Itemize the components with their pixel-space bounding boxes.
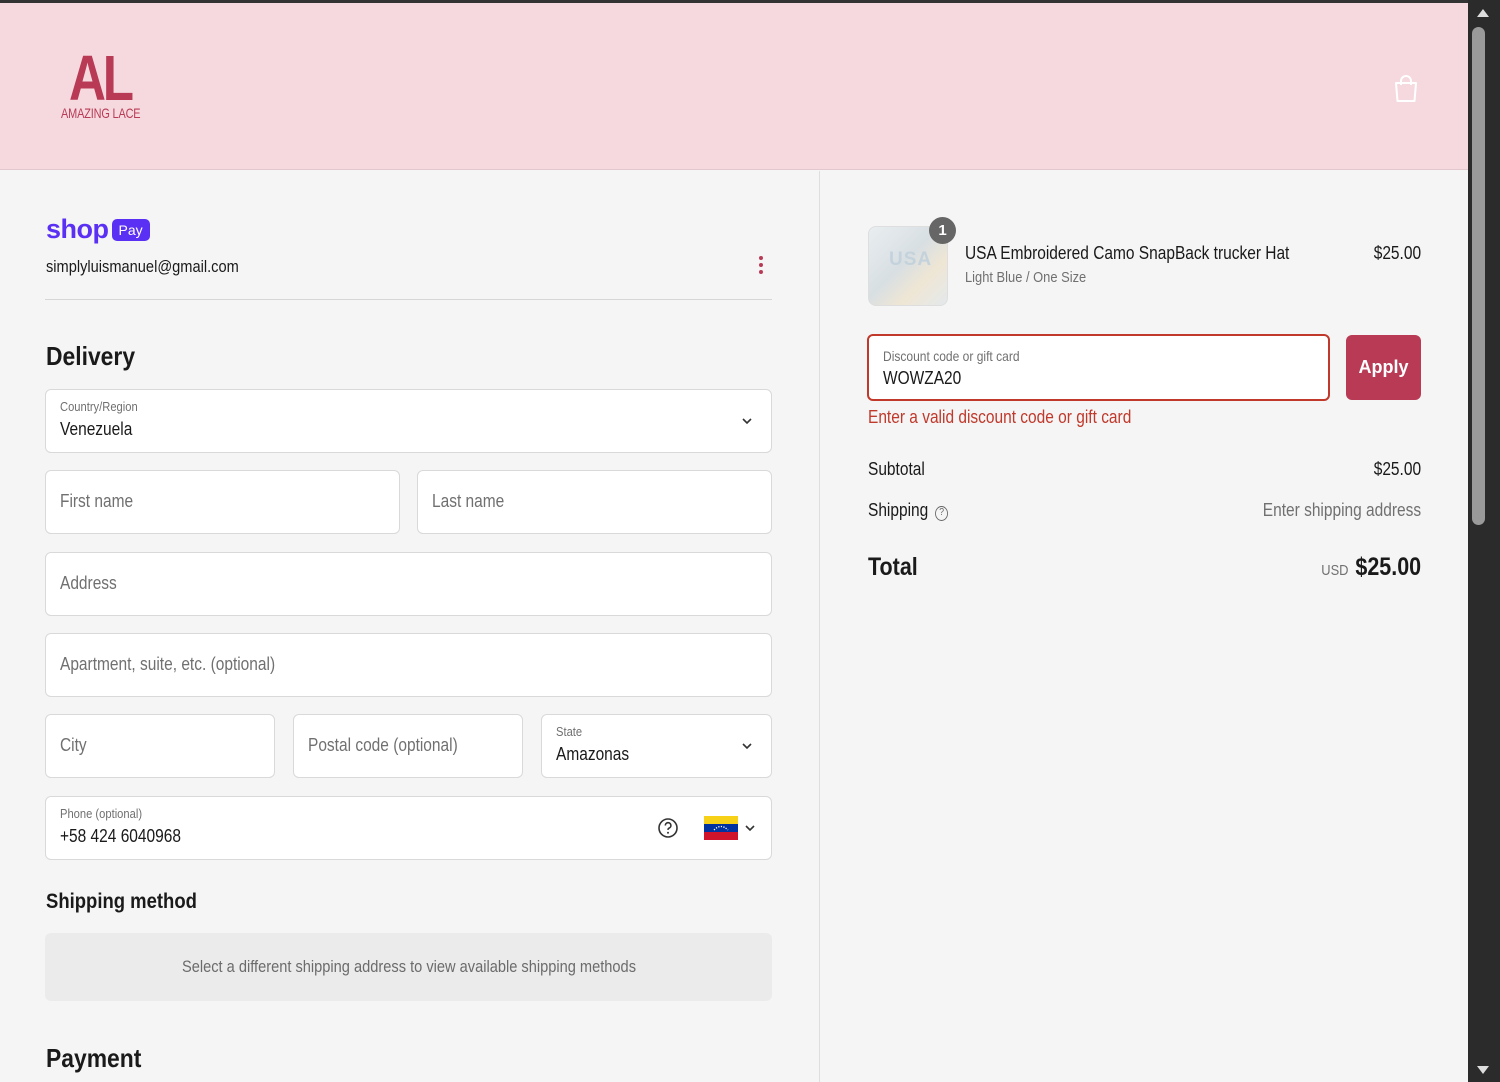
shopping-bag-icon[interactable] — [1392, 73, 1420, 105]
product-image-text: USA — [889, 249, 933, 270]
product-name: USA Embroidered Camo SnapBack trucker Ha… — [965, 243, 1290, 263]
shipping-row-label: Shipping? — [868, 500, 949, 521]
total-value: $25.00 — [1355, 553, 1421, 581]
discount-error-message: Enter a valid discount code or gift card — [868, 407, 1132, 427]
first-name-field[interactable]: First name — [45, 470, 400, 534]
total-amount: USD $25.00 — [1321, 553, 1421, 582]
site-header: AL AMAZING LACE — [0, 3, 1468, 170]
apartment-placeholder: Apartment, suite, etc. (optional) — [60, 654, 276, 674]
total-currency: USD — [1321, 562, 1349, 579]
quantity-badge: 1 — [929, 217, 956, 244]
product-price: $25.00 — [1373, 243, 1421, 263]
divider — [45, 299, 772, 300]
country-value: Venezuela — [60, 419, 133, 439]
total-label: Total — [868, 553, 918, 581]
shop-pay-badge: Pay — [111, 218, 150, 241]
city-field[interactable]: City — [45, 714, 275, 778]
payment-heading: Payment — [46, 1043, 142, 1073]
shipping-value: Enter shipping address — [1262, 500, 1421, 520]
scroll-up-arrow-icon[interactable] — [1477, 9, 1489, 17]
logo-letters: AL — [69, 42, 134, 114]
apply-discount-button[interactable]: Apply — [1346, 335, 1421, 400]
shipping-method-notice: Select a different shipping address to v… — [45, 933, 772, 1001]
discount-label: Discount code or gift card — [883, 348, 1020, 364]
postal-code-placeholder: Postal code (optional) — [308, 735, 458, 755]
state-label: State — [556, 724, 583, 739]
chevron-down-icon — [742, 743, 752, 750]
address-placeholder: Address — [60, 573, 117, 593]
address-field[interactable]: Address — [45, 552, 772, 616]
chevron-down-icon[interactable] — [744, 822, 756, 834]
chevron-down-icon — [742, 418, 752, 425]
delivery-heading: Delivery — [46, 341, 136, 371]
scrollbar-thumb[interactable] — [1472, 27, 1485, 525]
shipping-label: Shipping — [868, 500, 929, 520]
brand-logo[interactable]: AL AMAZING LACE — [60, 42, 150, 128]
vertical-scrollbar[interactable] — [1468, 0, 1500, 1082]
last-name-placeholder: Last name — [432, 491, 505, 511]
account-email: simplyluismanuel@gmail.com — [46, 257, 239, 276]
apartment-field[interactable]: Apartment, suite, etc. (optional) — [45, 633, 772, 697]
state-value: Amazonas — [556, 744, 630, 764]
shipping-method-heading: Shipping method — [46, 890, 197, 913]
scroll-down-arrow-icon[interactable] — [1477, 1066, 1489, 1074]
subtotal-value: $25.00 — [1373, 459, 1421, 479]
venezuela-flag-icon[interactable] — [704, 816, 738, 840]
logo-text: AMAZING LACE — [61, 105, 141, 121]
order-summary-column: USA 1 USA Embroidered Camo SnapBack truc… — [820, 171, 1468, 1082]
discount-code-input[interactable]: Discount code or gift card WOWZA20 — [867, 334, 1330, 401]
discount-value: WOWZA20 — [883, 368, 962, 388]
postal-code-field[interactable]: Postal code (optional) — [293, 714, 523, 778]
phone-value: +58 424 6040968 — [60, 826, 181, 846]
country-label: Country/Region — [60, 399, 138, 414]
phone-field[interactable]: Phone (optional) +58 424 6040968 — [45, 796, 772, 860]
shop-pay-word: shop — [46, 214, 109, 244]
product-variant: Light Blue / One Size — [965, 269, 1087, 286]
more-vertical-icon[interactable] — [752, 253, 770, 279]
last-name-field[interactable]: Last name — [417, 470, 772, 534]
phone-label: Phone (optional) — [60, 806, 143, 821]
subtotal-label: Subtotal — [868, 459, 925, 479]
question-circle-icon[interactable] — [657, 817, 679, 839]
checkout-form-column: shop Pay simplyluismanuel@gmail.com Deli… — [0, 171, 820, 1082]
city-placeholder: City — [60, 735, 87, 755]
country-select[interactable]: Country/Region Venezuela — [45, 389, 772, 453]
first-name-placeholder: First name — [60, 491, 134, 511]
state-select[interactable]: State Amazonas — [541, 714, 772, 778]
question-circle-icon[interactable]: ? — [935, 506, 949, 521]
shipping-method-message: Select a different shipping address to v… — [181, 957, 636, 976]
shop-pay-logo: shop Pay — [46, 214, 150, 245]
